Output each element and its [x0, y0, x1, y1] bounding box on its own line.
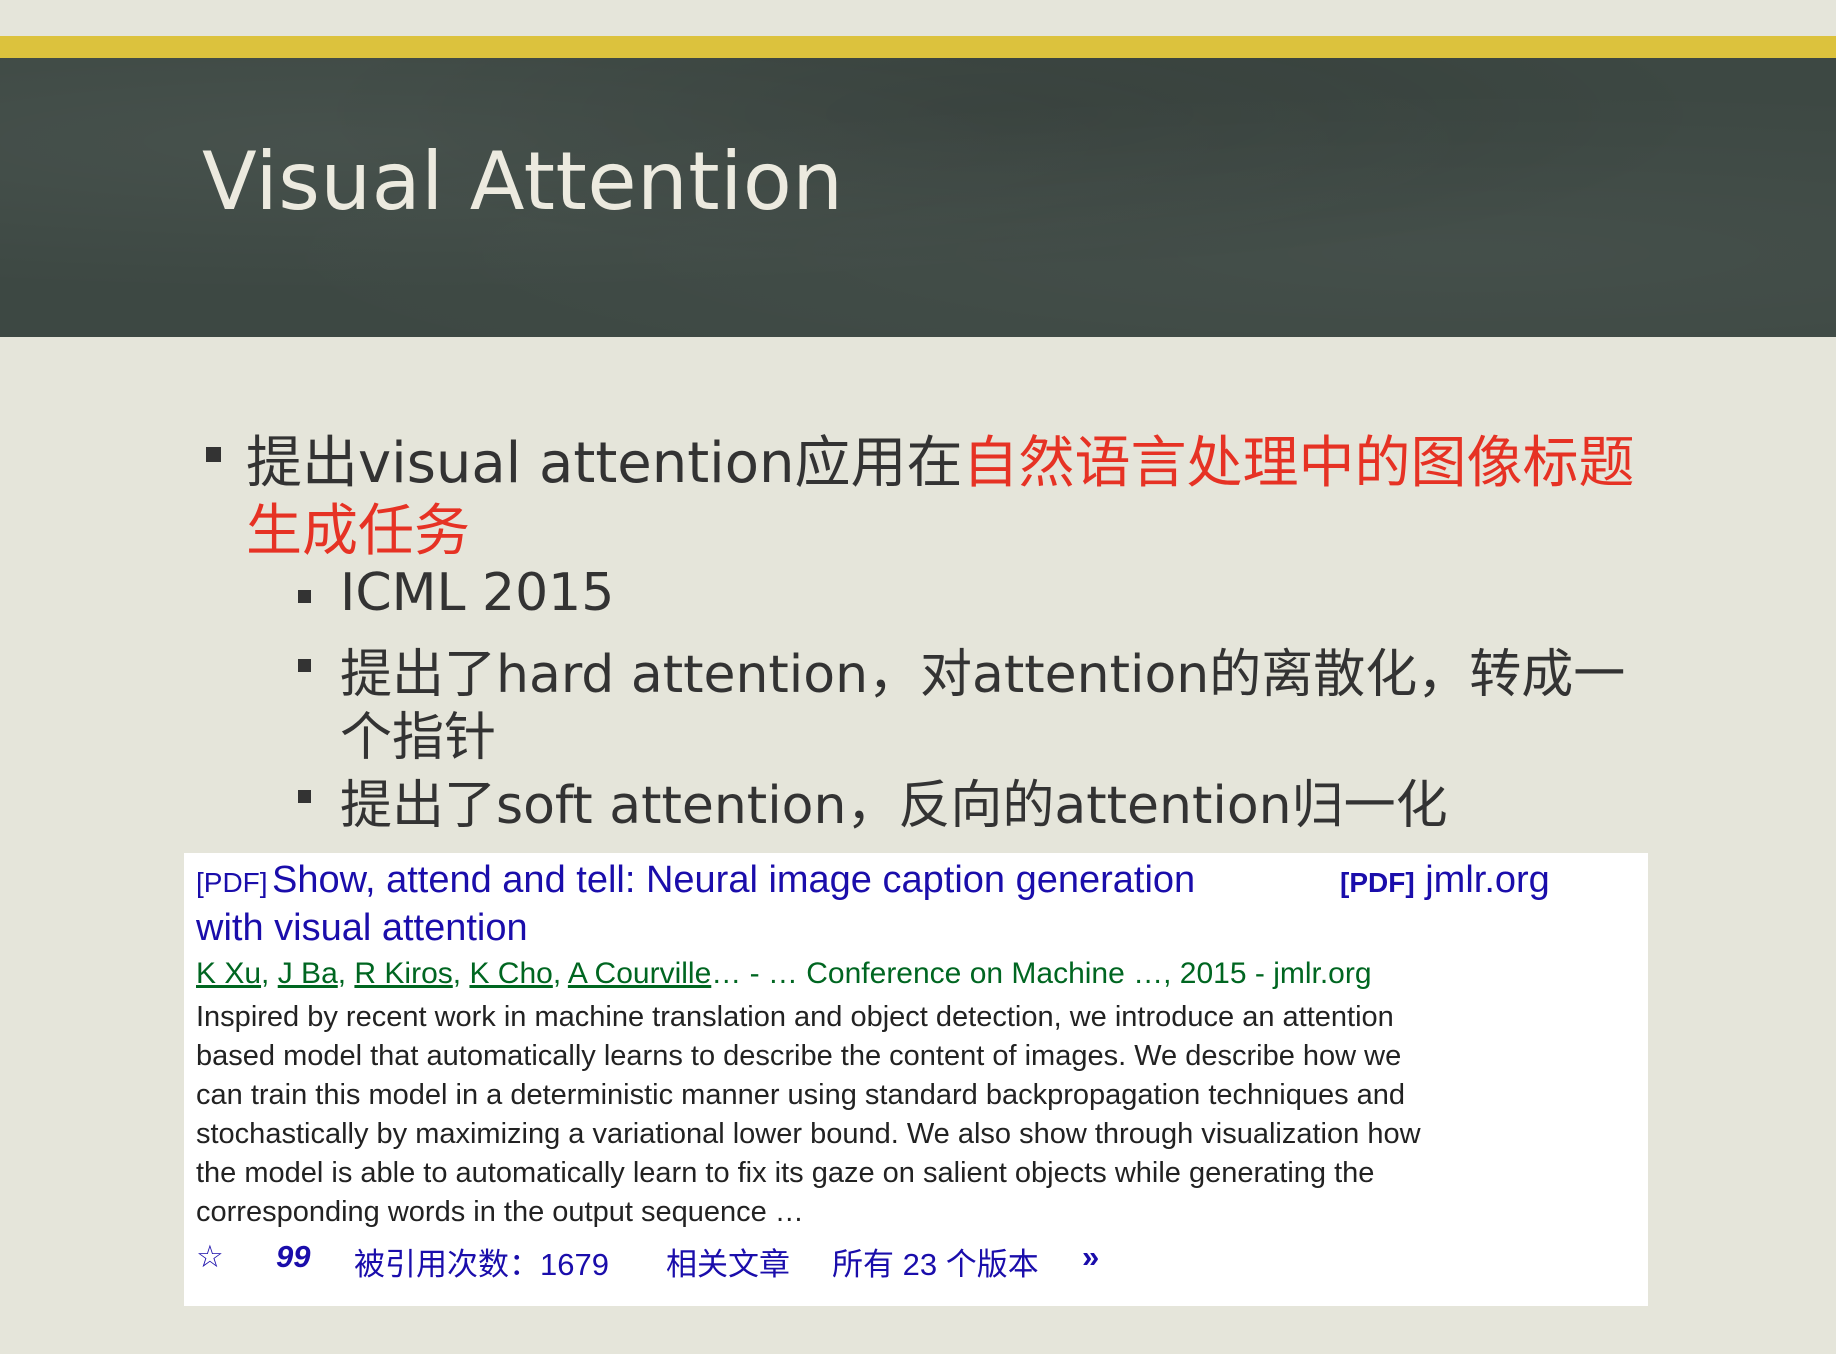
search-result-screenshot: [PDF] Show, attend and tell: Neural imag… [184, 853, 1648, 1306]
star-icon[interactable]: ☆ [196, 1239, 224, 1275]
author-link[interactable]: K Cho [469, 957, 552, 990]
bullet-marker [206, 447, 221, 462]
author-link[interactable]: A Courville [568, 957, 711, 990]
side-pdf-tag: [PDF] [1340, 867, 1415, 898]
author-line: K Xu, J Ba, R Kiros, K Cho, A Courville…… [196, 957, 1372, 991]
slide-title: Visual Attention [202, 135, 844, 228]
pdf-tag: [PDF] [196, 867, 268, 898]
sub-bullet-3: 提出了soft attention，反向的attention归一化 [340, 776, 1448, 836]
sub-bullet-marker [298, 790, 311, 803]
cited-by-link[interactable]: 被引用次数：1679 [354, 1239, 609, 1284]
author-link[interactable]: J Ba [278, 957, 338, 990]
side-domain: jmlr.org [1425, 859, 1550, 901]
top-strip [0, 0, 1836, 36]
bullet-1-highlight: 自然语言处理中的图像标题 [962, 431, 1635, 496]
author-separator: , [552, 957, 568, 990]
snippet-line: Inspired by recent work in machine trans… [196, 1001, 1394, 1033]
sub-bullet-2-line-1: 提出了hard attention，对attention的离散化，转成一 [340, 645, 1626, 705]
result-footer: ☆ 99 被引用次数：1679 相关文章 所有 23 个版本 » [196, 1239, 1196, 1282]
cite-icon[interactable]: 99 [276, 1239, 310, 1275]
more-icon[interactable]: » [1082, 1239, 1099, 1275]
snippet-line: corresponding words in the output sequen… [196, 1196, 804, 1228]
snippet-line: the model is able to automatically learn… [196, 1157, 1375, 1189]
sub-bullet-2-line-2: 个指针 [340, 708, 497, 768]
sub-bullet-marker [298, 590, 311, 603]
sub-bullet-marker [298, 659, 311, 672]
snippet-line: based model that automatically learns to… [196, 1040, 1402, 1072]
related-articles-link[interactable]: 相关文章 [666, 1239, 790, 1284]
author-separator: , [261, 957, 278, 990]
gold-accent-bar [0, 36, 1836, 58]
side-pdf-link[interactable]: [PDF] jmlr.org [1340, 859, 1550, 902]
sub-bullet-1: ICML 2015 [340, 563, 615, 623]
author-separator: , [337, 957, 355, 990]
result-title-line-1[interactable]: [PDF] Show, attend and tell: Neural imag… [196, 859, 1195, 902]
all-versions-link[interactable]: 所有 23 个版本 [832, 1239, 1039, 1284]
result-title-link[interactable]: Show, attend and tell: Neural image capt… [272, 859, 1195, 901]
snippet-line: can train this model in a deterministic … [196, 1079, 1406, 1111]
author-separator: , [452, 957, 470, 990]
author-link[interactable]: K Xu [196, 957, 261, 990]
bullet-1-line-2: 生成任务 [246, 499, 470, 564]
author-tail: … - … Conference on Machine …, 2015 - jm… [711, 957, 1372, 990]
snippet-line: stochastically by maximizing a variation… [196, 1118, 1421, 1150]
author-link[interactable]: R Kiros [354, 957, 452, 990]
result-title-line-2[interactable]: with visual attention [196, 907, 528, 950]
